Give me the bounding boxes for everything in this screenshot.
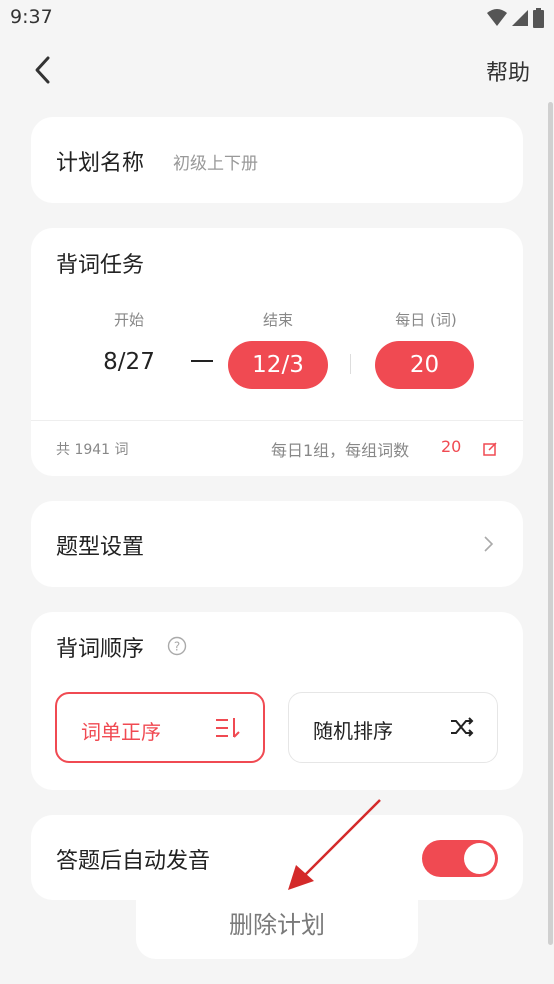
shuffle-icon [451,717,474,737]
random-order-label: 随机排序 [313,719,393,743]
scrollbar[interactable] [548,102,553,945]
annotation-arrow-icon [288,799,381,890]
end-date-button[interactable]: 12/3 [228,341,328,389]
nav-bar: 帮助 [0,38,554,102]
start-label: 开始 [113,311,144,329]
wifi-icon [487,9,507,26]
status-icons [487,8,544,28]
daily-count-button[interactable]: 20 [375,341,474,389]
svg-text:?: ? [174,640,180,654]
chevron-right-icon [484,536,494,552]
help-link[interactable]: 帮助 [486,55,530,87]
back-button[interactable] [26,52,62,88]
back-arrow-icon [35,56,50,84]
end-label: 结束 [262,311,293,329]
task-divider [31,420,523,421]
auto-sound-toggle[interactable] [422,840,498,877]
plan-name-label: 计划名称 [56,151,145,176]
delete-bar: 删除计划 [136,885,418,959]
column-divider [350,354,351,374]
order-card: 背词顺序 ? 词单正序 随机排序 [31,612,523,790]
random-order-button[interactable]: 随机排序 [288,692,498,763]
date-range-dash [191,360,213,362]
per-day-text: 每日1组，每组词数 [271,441,410,460]
question-type-card[interactable]: 题型设置 [31,501,523,587]
order-title: 背词顺序 [56,637,145,662]
battery-icon [533,8,544,28]
toggle-knob [464,843,495,874]
sort-order-icon [216,718,240,738]
delete-plan-button[interactable]: 删除计划 [136,905,418,940]
auto-sound-label: 答题后自动发音 [56,849,211,874]
sequential-order-label: 词单正序 [81,720,161,744]
daily-label: 每日 (词) [395,311,457,329]
per-group-count: 20 [441,437,462,456]
signal-icon [512,10,528,26]
sequential-order-button[interactable]: 词单正序 [55,692,265,763]
task-title: 背词任务 [56,253,145,278]
help-circle-icon[interactable]: ? [167,636,187,656]
total-words: 共 1941 词 [56,442,129,458]
task-card: 背词任务 开始 结束 每日 (词) 8/27 12/3 20 共 1941 词 … [31,228,523,476]
status-time: 9:37 [10,6,53,28]
plan-name-value[interactable]: 初级上下册 [173,149,258,174]
plan-name-card[interactable]: 计划名称 初级上下册 [31,117,523,203]
question-type-label: 题型设置 [56,535,145,560]
status-bar: 9:37 [0,0,554,38]
edit-icon[interactable] [482,441,498,457]
start-date: 8/27 [103,349,155,375]
